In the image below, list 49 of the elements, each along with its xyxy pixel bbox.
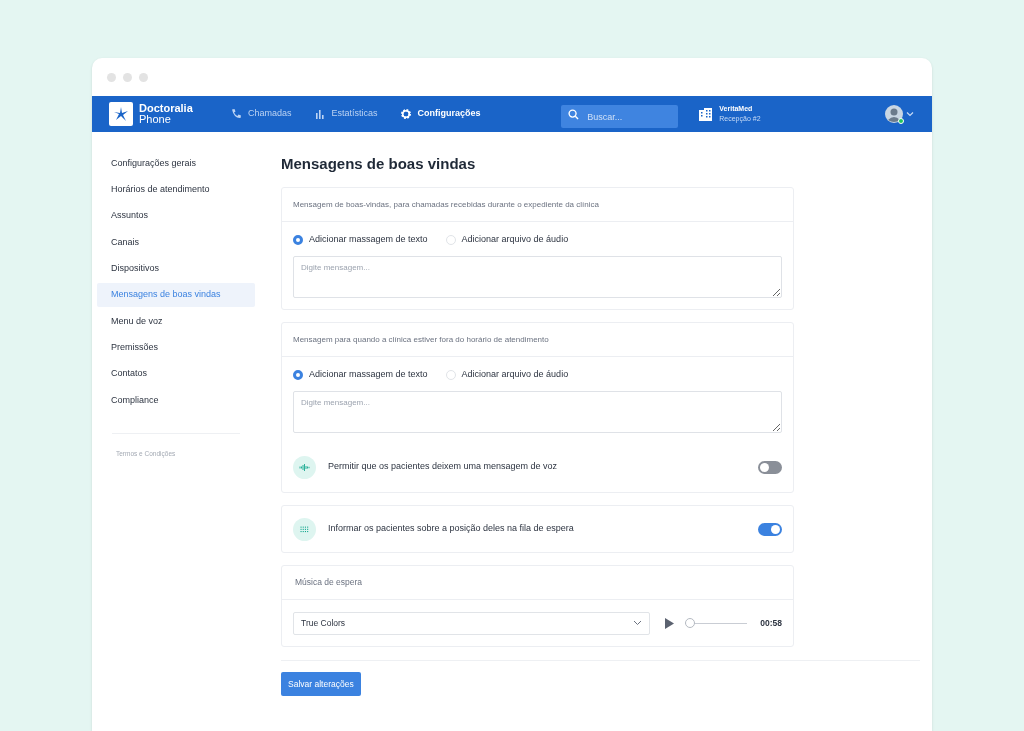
logo-icon [109, 102, 133, 126]
radio-label: Adicionar massagem de texto [309, 233, 428, 247]
sidebar-item[interactable]: Assuntos [97, 204, 255, 228]
building-icon [698, 106, 714, 122]
chevron-down-icon[interactable] [906, 111, 914, 117]
radio-button[interactable] [293, 370, 303, 380]
sidebar-item[interactable]: Canais [97, 230, 255, 255]
radio-button[interactable] [293, 235, 303, 245]
brand-name: Doctoralia [139, 103, 193, 114]
message-input-field[interactable]: Digite mensagem... [293, 256, 782, 298]
sidebar-item[interactable]: Compliance [97, 388, 255, 412]
brand-subtitle: Phone [139, 114, 172, 125]
chevron-down-icon [633, 620, 642, 626]
play-icon[interactable] [665, 617, 674, 629]
bar-chart-icon [313, 108, 326, 120]
settings-icon [399, 108, 412, 120]
sidebar-item[interactable]: Horários de atendimento [97, 178, 255, 202]
sidebar-item[interactable]: Menu de voz [97, 309, 255, 334]
search-icon [568, 108, 580, 120]
section-title: Música de espera [295, 576, 363, 589]
nav-tab[interactable]: Chamadas [228, 96, 294, 132]
sidebar-item[interactable]: Premissões [97, 336, 255, 360]
save-button[interactable]: Salvar alterações [281, 672, 361, 696]
message-input-field[interactable]: Digite mensagem... [293, 391, 782, 433]
search-field[interactable]: Buscar... [561, 105, 679, 128]
radio-label: Adicionar arquivo de áudio [461, 368, 569, 382]
progress-slider[interactable] [685, 618, 747, 628]
nav-tab[interactable]: Configurações [397, 96, 483, 132]
avatar-icon[interactable] [885, 105, 903, 123]
sound-wave-icon [293, 455, 316, 479]
section-title: Mensagem para quando a clínica estiver fora do horário de atendimento [293, 333, 549, 346]
section-title: Mensagem de boas-vindas, para chamadas recebidas durante o expediente da clínica [293, 198, 599, 211]
toggle-switch[interactable] [758, 522, 782, 536]
sidebar-item[interactable]: Configurações gerais [97, 152, 255, 176]
dot-grid-icon [293, 517, 316, 541]
sidebar-item[interactable]: Contatos [97, 362, 255, 386]
music-select[interactable]: True Colors [293, 611, 650, 635]
phone-icon [230, 108, 242, 120]
radio-label: Adicionar massagem de texto [309, 368, 428, 382]
sidebar-item[interactable]: Dispositivos [97, 257, 255, 281]
toggle-switch[interactable] [758, 460, 782, 474]
page-title: Mensagens de boas vindas [281, 154, 477, 173]
toggle-label: Permitir que os pacientes deixem uma mensagem de voz [328, 460, 559, 474]
sidebar-item[interactable]: Mensagens de boas vindas [97, 283, 255, 307]
toggle-label: Informar os pacientes sobre a posição deles na fila de espera [328, 522, 575, 536]
track-time: 00:58 [760, 616, 782, 630]
nav-tab[interactable]: Estatísticas [311, 96, 380, 132]
window-controls-drawing [107, 72, 148, 82]
radio-label: Adicionar arquivo de áudio [461, 233, 569, 247]
